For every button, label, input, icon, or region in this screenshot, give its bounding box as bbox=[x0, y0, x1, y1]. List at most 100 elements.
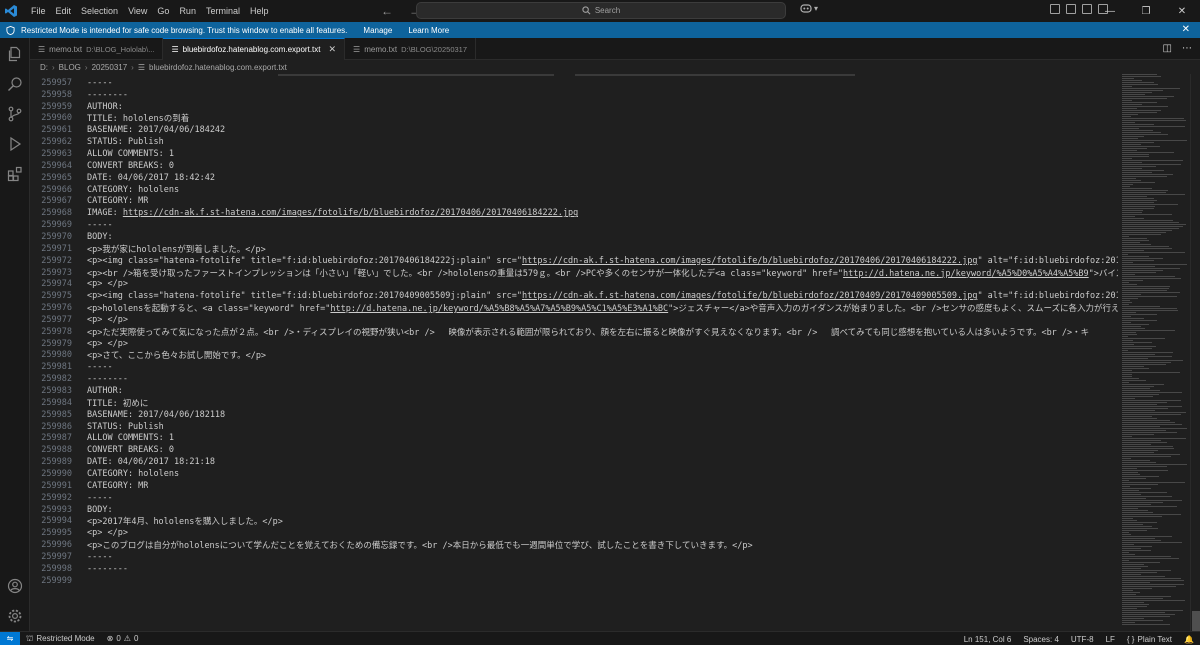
close-window-icon[interactable]: ✕ bbox=[1164, 0, 1200, 22]
menu-terminal[interactable]: Terminal bbox=[201, 0, 245, 22]
minimap-line bbox=[1122, 74, 1157, 75]
editor-line[interactable]: 259981 ----- bbox=[30, 361, 1118, 373]
menu-edit[interactable]: Edit bbox=[51, 0, 77, 22]
menu-run[interactable]: Run bbox=[174, 0, 201, 22]
editor-line[interactable]: 259985 BASENAME: 2017/04/06/182118 bbox=[30, 409, 1118, 421]
editor-line[interactable]: 259979 <p> </p> bbox=[30, 338, 1118, 350]
editor-line[interactable]: 259983 AUTHOR: bbox=[30, 385, 1118, 397]
editor-line[interactable]: 259997 ----- bbox=[30, 551, 1118, 563]
editor-line[interactable]: 259988 CONVERT BREAKS: 0 bbox=[30, 444, 1118, 456]
editor-line[interactable]: 259971 <p>我が家にhololensが到着しました。</p> bbox=[30, 243, 1118, 255]
editor-line[interactable]: 259987 ALLOW COMMENTS: 1 bbox=[30, 433, 1118, 445]
menu-view[interactable]: View bbox=[123, 0, 152, 22]
run-debug-icon[interactable] bbox=[5, 134, 25, 154]
editor-line[interactable]: 259964 CONVERT BREAKS: 0 bbox=[30, 160, 1118, 172]
editor-line[interactable]: 259978 <p>ただ実際使ってみて気になった点が２点。<br />・ディスプレ… bbox=[30, 326, 1118, 338]
source-control-icon[interactable] bbox=[5, 104, 25, 124]
editor-line[interactable]: 259982 -------- bbox=[30, 373, 1118, 385]
editor-line[interactable]: 259976 <p>hololensを起動すると、<a class="keywor… bbox=[30, 302, 1118, 314]
close-icon[interactable]: ✕ bbox=[1182, 22, 1190, 38]
editor-line[interactable]: 259961 BASENAME: 2017/04/06/184242 bbox=[30, 124, 1118, 136]
end-of-line[interactable]: LF bbox=[1100, 635, 1121, 644]
editor-line[interactable]: 259975 <p><img class="hatena-fotolife" ti… bbox=[30, 290, 1118, 302]
url-link[interactable]: http://d.hatena.ne.jp/keyword/%A5%D0%A5%… bbox=[843, 269, 1089, 279]
url-link[interactable]: https://cdn-ak.f.st-hatena.com/images/fo… bbox=[522, 256, 977, 266]
command-center-search[interactable]: Search bbox=[416, 2, 786, 19]
notifications-icon[interactable]: 🔔 bbox=[1178, 635, 1200, 644]
editor-line[interactable]: 259977 <p> </p> bbox=[30, 314, 1118, 326]
editor-line[interactable]: 259984 TITLE: 初めに bbox=[30, 397, 1118, 409]
editor-line[interactable]: 259968 IMAGE: https://cdn-ak.f.st-hatena.… bbox=[30, 207, 1118, 219]
split-editor-icon[interactable]: ◫ bbox=[1163, 43, 1172, 54]
editor-line[interactable]: 259986 STATUS: Publish bbox=[30, 421, 1118, 433]
learn-more-link[interactable]: Learn More bbox=[408, 26, 449, 35]
editor-line[interactable]: 259958 -------- bbox=[30, 89, 1118, 101]
vertical-scrollbar[interactable] bbox=[1190, 74, 1200, 631]
editor-line[interactable]: 259974 <p> </p> bbox=[30, 278, 1118, 290]
editor-line[interactable]: 259994 <p>2017年4月、hololensを購入しました。</p> bbox=[30, 515, 1118, 527]
menu-file[interactable]: File bbox=[26, 0, 51, 22]
editor-line[interactable]: 259999 bbox=[30, 575, 1118, 587]
tab-memo-hololab[interactable]: ☰ memo.txt D:\BLOG_Hololab\... bbox=[30, 38, 164, 60]
close-tab-icon[interactable]: ✕ bbox=[329, 44, 337, 55]
remote-indicator-icon[interactable]: ⇋ bbox=[0, 631, 20, 645]
scrollbar-thumb[interactable] bbox=[1192, 611, 1200, 631]
restore-icon[interactable]: ❐ bbox=[1128, 0, 1164, 22]
editor-line[interactable]: 259973 <p><br />箱を受け取ったファーストインプレッションは「小さい… bbox=[30, 267, 1118, 279]
toggle-secondary-sidebar-icon[interactable] bbox=[1082, 4, 1092, 14]
editor-line[interactable]: 259998 -------- bbox=[30, 563, 1118, 575]
search-view-icon[interactable] bbox=[5, 74, 25, 94]
problems-status[interactable]: ⊗ 0 ⚠ 0 bbox=[101, 634, 145, 643]
gear-icon[interactable] bbox=[5, 606, 25, 626]
url-link[interactable]: https://cdn-ak.f.st-hatena.com/images/fo… bbox=[522, 291, 977, 301]
editor-line[interactable]: 259970 BODY: bbox=[30, 231, 1118, 243]
breadcrumb-folder-date[interactable]: 20250317 bbox=[92, 63, 128, 72]
copilot-menu[interactable]: ▾ bbox=[800, 3, 818, 13]
editor-line[interactable]: 259957 ----- bbox=[30, 77, 1118, 89]
indentation[interactable]: Spaces: 4 bbox=[1017, 635, 1065, 644]
tab-export-file[interactable]: ☰ bluebirdofoz.hatenablog.com.export.txt… bbox=[163, 38, 346, 60]
toggle-panel-icon[interactable] bbox=[1066, 4, 1076, 14]
more-actions-icon[interactable]: ⋯ bbox=[1182, 43, 1192, 54]
editor-line[interactable]: 259962 STATUS: Publish bbox=[30, 136, 1118, 148]
line-number: 259997 bbox=[41, 551, 72, 562]
breadcrumb-folder-blog[interactable]: BLOG bbox=[59, 63, 81, 72]
cursor-position[interactable]: Ln 151, Col 6 bbox=[958, 635, 1018, 644]
restricted-mode-status[interactable]: ⛫ Restricted Mode bbox=[20, 634, 101, 644]
url-link[interactable]: http://d.hatena.ne.jp/keyword/%A5%B8%A5%… bbox=[330, 304, 668, 314]
tab-memo-blog[interactable]: ☰ memo.txt D:\BLOG\20250317 bbox=[345, 38, 477, 60]
breadcrumb-drive[interactable]: D: bbox=[40, 63, 48, 72]
account-icon[interactable] bbox=[5, 576, 25, 596]
menu-help[interactable]: Help bbox=[245, 0, 274, 22]
back-arrow-icon[interactable]: ← bbox=[378, 2, 396, 20]
editor-line[interactable]: 259959 AUTHOR: bbox=[30, 101, 1118, 113]
url-link[interactable]: https://cdn-ak.f.st-hatena.com/images/fo… bbox=[123, 208, 578, 218]
editor-line[interactable]: 259963 ALLOW COMMENTS: 1 bbox=[30, 148, 1118, 160]
editor-line[interactable]: 259990 CATEGORY: hololens bbox=[30, 468, 1118, 480]
editor-line[interactable]: 259992 ----- bbox=[30, 492, 1118, 504]
explorer-icon[interactable] bbox=[5, 44, 25, 64]
editor-line[interactable]: 259980 <p>さて、ここから色々お試し開始です。</p> bbox=[30, 350, 1118, 361]
menu-selection[interactable]: Selection bbox=[76, 0, 123, 22]
editor-line[interactable]: 259966 CATEGORY: hololens bbox=[30, 184, 1118, 196]
encoding[interactable]: UTF-8 bbox=[1065, 635, 1100, 644]
editor-line[interactable]: 259969 ----- bbox=[30, 219, 1118, 231]
minimize-icon[interactable]: — bbox=[1092, 0, 1128, 22]
manage-link[interactable]: Manage bbox=[363, 26, 392, 35]
editor-line[interactable]: 259991 CATEGORY: MR bbox=[30, 480, 1118, 492]
minimap[interactable] bbox=[1118, 74, 1190, 631]
language-mode[interactable]: { } Plain Text bbox=[1121, 635, 1178, 644]
editor-line[interactable]: 259965 DATE: 04/06/2017 18:42:42 bbox=[30, 172, 1118, 184]
editor-line[interactable]: 259993 BODY: bbox=[30, 504, 1118, 516]
extensions-icon[interactable] bbox=[5, 164, 25, 184]
editor-line[interactable]: 259989 DATE: 04/06/2017 18:21:18 bbox=[30, 456, 1118, 468]
editor-line[interactable]: 259972 <p><img class="hatena-fotolife" ti… bbox=[30, 255, 1118, 267]
editor-line[interactable]: 259960 TITLE: hololensの到着 bbox=[30, 113, 1118, 124]
breadcrumb-file[interactable]: bluebirdofoz.hatenablog.com.export.txt bbox=[149, 63, 287, 72]
editor-line[interactable]: 259995 <p> </p> bbox=[30, 527, 1118, 539]
editor-line[interactable]: 259996 <p>このブログは自分がhololensについて学んだことを覚えてお… bbox=[30, 539, 1118, 551]
toggle-primary-sidebar-icon[interactable] bbox=[1050, 4, 1060, 14]
text-editor[interactable]: 259957 ----- 259958 -------- 259959 AUTHOR: 25… bbox=[30, 74, 1118, 631]
menu-go[interactable]: Go bbox=[152, 0, 174, 22]
editor-line[interactable]: 259967 CATEGORY: MR bbox=[30, 196, 1118, 208]
